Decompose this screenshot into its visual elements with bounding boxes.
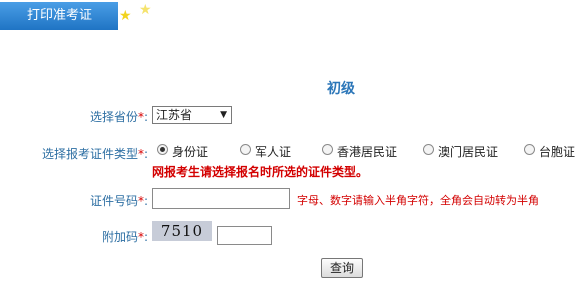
captcha-input[interactable] [217,226,272,245]
star-icon: ★ [119,8,132,24]
id-type-option-hongkong[interactable]: 香港居民证 [322,143,397,160]
id-type-option-military-card[interactable]: 军人证 [240,143,291,160]
radio-button-selected[interactable] [157,144,168,155]
radio-option-label: 香港居民证 [337,145,398,159]
captcha-image-text: 7510 [160,222,204,240]
id-type-option-identity-card[interactable]: 身份证 [157,143,208,160]
id-type-label: 选择报考证件类型*: [41,147,148,161]
exam-level-title: 初级 [327,81,355,97]
radio-button[interactable] [240,144,251,155]
id-number-hint: 字母、数字请输入半角字符，全角会自动转为半角 [297,194,539,207]
star-icon: ★ [139,2,152,18]
province-label: 选择省份*: [89,110,148,124]
radio-option-label: 台胞证 [539,145,576,159]
radio-button[interactable] [423,144,434,155]
radio-option-label: 身份证 [172,145,209,159]
id-type-warning: 网报考生请选择报名时所选的证件类型。 [152,165,369,179]
query-button[interactable]: 查询 [321,258,363,278]
province-select-value: 江苏省 [156,108,193,122]
dropdown-arrow-icon: ▼ [220,110,227,120]
id-type-option-taiwan[interactable]: 台胞证 [524,143,575,160]
tab-label: 打印准考证 [27,8,93,23]
radio-option-label: 澳门居民证 [438,145,499,159]
id-number-label: 证件号码*: [89,194,148,208]
radio-button[interactable] [322,144,333,155]
id-type-option-macau[interactable]: 澳门居民证 [423,143,498,160]
radio-option-label: 军人证 [255,145,292,159]
captcha-label: 附加码*: [101,230,148,244]
radio-button[interactable] [524,144,535,155]
province-select[interactable]: 江苏省 ▼ [152,106,232,124]
print-admission-ticket-tab[interactable]: 打印准考证 [0,2,118,30]
id-number-input[interactable] [152,188,290,209]
captcha-image[interactable]: 7510 [152,221,212,241]
